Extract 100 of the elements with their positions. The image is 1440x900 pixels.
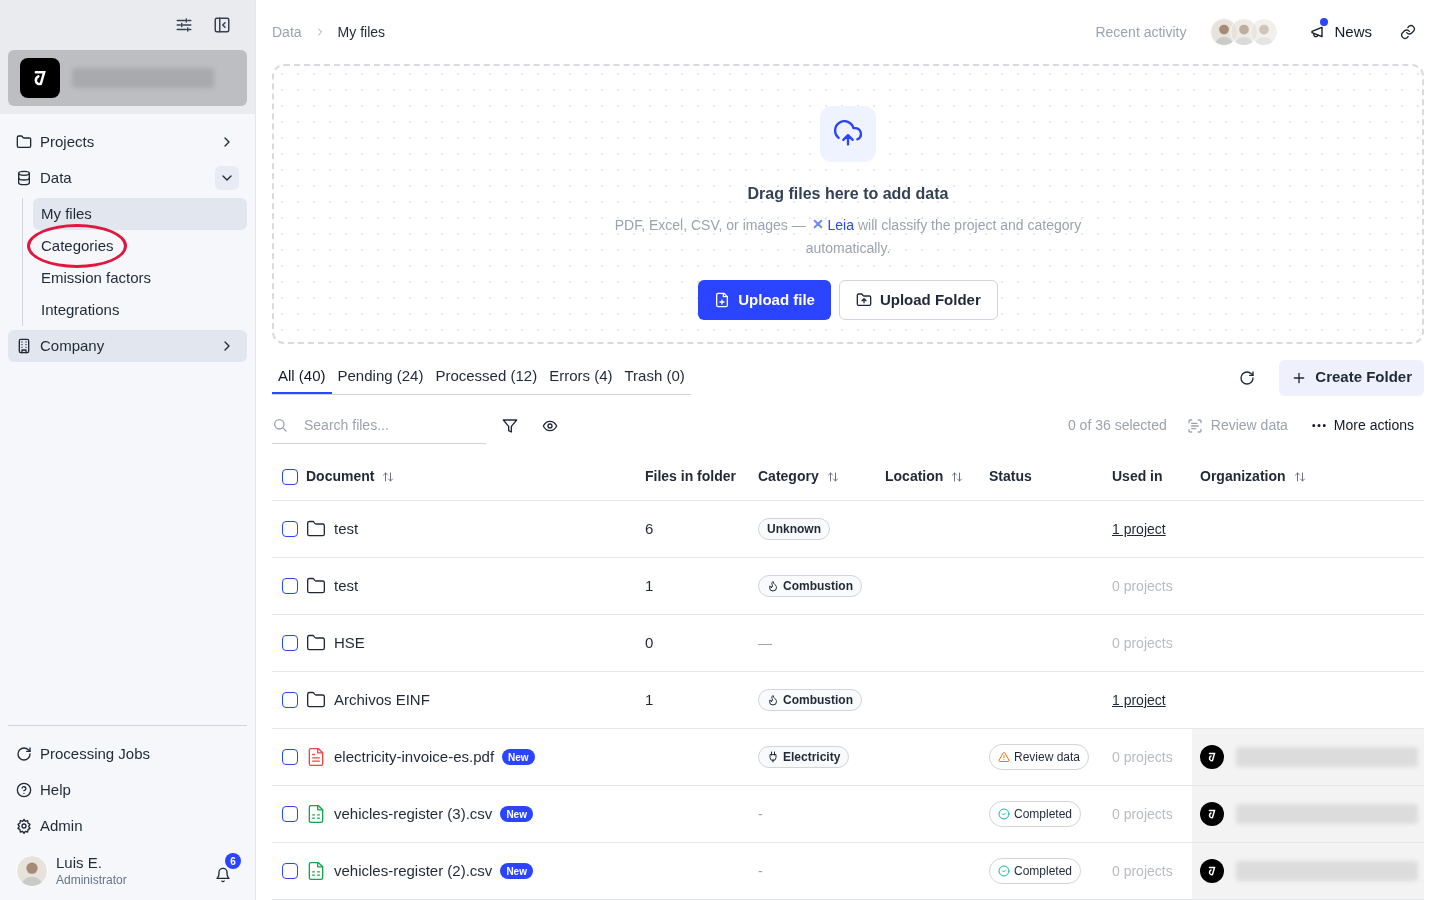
table-cell-text: 1	[645, 689, 655, 710]
column-header: Files in folder	[645, 467, 736, 487]
link-icon[interactable]	[1400, 24, 1416, 41]
folder-icon	[16, 134, 32, 150]
row-checkbox[interactable]	[282, 863, 298, 879]
sort-icon[interactable]	[826, 470, 839, 483]
nav-item[interactable]: Processing Jobs	[8, 738, 247, 771]
file-name[interactable]: Archivos EINF	[334, 688, 430, 712]
selection-count: 0 of 36 selected	[1067, 416, 1167, 436]
nav-item[interactable]: Admin	[8, 810, 247, 843]
tab[interactable]: Trash (0)	[618, 360, 691, 395]
leia-link[interactable]: Leia	[809, 217, 854, 234]
nav-item[interactable]: Company	[8, 330, 247, 362]
filter-icon[interactable]	[502, 417, 518, 434]
help-icon	[16, 782, 32, 799]
table-cell: 0 projects	[1112, 862, 1173, 879]
file-name[interactable]: test	[334, 517, 359, 541]
file-name[interactable]: vehicles-register (2).csv	[334, 859, 493, 883]
row-checkbox[interactable]	[282, 749, 298, 765]
upload-file-button[interactable]: Upload file	[698, 280, 831, 321]
check-circle-icon	[998, 865, 1010, 877]
user-name: Luis E.	[56, 854, 103, 873]
file-name[interactable]: vehicles-register (3).csv	[334, 802, 493, 826]
avatar	[1230, 18, 1259, 47]
nav-subitem[interactable]: Emission factors	[33, 262, 247, 294]
category-tag: Combustion	[758, 574, 862, 597]
column-header[interactable]: Organization	[1200, 466, 1286, 488]
more-icon	[1311, 424, 1326, 428]
sidebar-toggle-icon[interactable]	[213, 16, 231, 34]
nav-subitem[interactable]: Integrations	[33, 294, 247, 326]
table-cell: 0 projects	[1112, 805, 1173, 822]
row-checkbox[interactable]	[282, 806, 298, 822]
file-plus-icon	[714, 292, 731, 309]
flame-icon	[767, 693, 779, 706]
table-cell: -	[758, 805, 763, 822]
logo-icon	[1200, 859, 1224, 883]
search-icon	[272, 417, 288, 434]
warning-icon	[998, 751, 1010, 763]
refresh-icon[interactable]	[1239, 369, 1256, 386]
new-badge: New	[500, 806, 533, 822]
nav-subitem[interactable]: Categories	[33, 230, 247, 262]
category-tag: Electricity	[758, 745, 850, 768]
tab[interactable]: Errors (4)	[543, 360, 619, 395]
user-avatar	[16, 855, 48, 888]
project-link[interactable]: 1 project	[1112, 520, 1166, 537]
row-checkbox[interactable]	[282, 578, 298, 594]
scan-icon	[1186, 417, 1203, 434]
table-cell: 0 projects	[1112, 748, 1173, 765]
bell-icon[interactable]	[215, 867, 231, 884]
search-field[interactable]: Search files...	[304, 410, 474, 441]
folder-upload-icon	[855, 292, 872, 309]
breadcrumb-link[interactable]: My files	[337, 21, 386, 43]
organization-switcher[interactable]	[8, 50, 247, 106]
column-header[interactable]: Location	[885, 466, 944, 488]
tab[interactable]: Processed (12)	[429, 360, 544, 395]
refresh-icon	[16, 746, 32, 763]
file-name[interactable]: electricity-invoice-es.pdf	[334, 745, 495, 769]
category-tag: Unknown	[758, 518, 830, 540]
column-header[interactable]: Category	[758, 466, 819, 488]
logo-icon	[20, 58, 60, 98]
table-cell: -	[758, 862, 763, 879]
create-folder-button[interactable]: Create Folder	[1279, 359, 1424, 396]
logo-icon	[1200, 745, 1224, 769]
logo-icon	[1200, 802, 1224, 826]
more-actions-button[interactable]: More actions	[1311, 415, 1414, 437]
sort-icon[interactable]	[951, 470, 964, 483]
sort-icon[interactable]	[1293, 470, 1306, 483]
nav-item[interactable]: Help	[8, 774, 247, 807]
upload-folder-button[interactable]: Upload Folder	[838, 280, 998, 321]
category-tag: Combustion	[758, 688, 862, 711]
check-circle-icon	[998, 808, 1010, 820]
nav-item[interactable]: Projects	[8, 126, 247, 158]
table-cell-text: 0	[645, 632, 655, 653]
column-header[interactable]: Document	[306, 466, 375, 488]
tab[interactable]: All (40)	[272, 360, 332, 395]
file-name[interactable]: test	[334, 574, 359, 598]
row-checkbox[interactable]	[282, 692, 298, 708]
building-icon	[16, 338, 32, 354]
sort-icon[interactable]	[382, 470, 395, 483]
nav-subitem[interactable]: My files	[33, 198, 247, 230]
nav-item[interactable]: Data	[8, 162, 247, 194]
row-checkbox[interactable]	[282, 635, 298, 651]
notification-badge: 6	[225, 853, 241, 870]
tab[interactable]: Pending (24)	[331, 360, 430, 395]
select-all-checkbox[interactable]	[282, 468, 298, 485]
file-name[interactable]: HSE	[334, 631, 365, 655]
dropzone[interactable]: Drag files here to add data PDF, Excel, CSV, or images — Leia will classify the project and category automatically. Upload file Upload Folder	[272, 64, 1424, 344]
new-badge: New	[500, 863, 533, 879]
row-checkbox[interactable]	[282, 521, 298, 537]
flame-icon	[767, 579, 779, 592]
column-header: Used in	[1112, 467, 1163, 487]
new-badge: New	[502, 749, 535, 765]
table-cell-text: 1	[645, 575, 655, 596]
dropzone-description: PDF, Excel, CSV, or images — Leia will classify the project and category automatically.	[598, 214, 1098, 261]
table-cell: 0 projects	[1112, 577, 1173, 594]
table-cell: —	[758, 634, 772, 651]
project-link[interactable]: 1 project	[1112, 691, 1166, 708]
news-button[interactable]: News	[1310, 20, 1372, 44]
user-role: Administrator	[56, 873, 128, 888]
column-header: Status	[989, 467, 1032, 487]
